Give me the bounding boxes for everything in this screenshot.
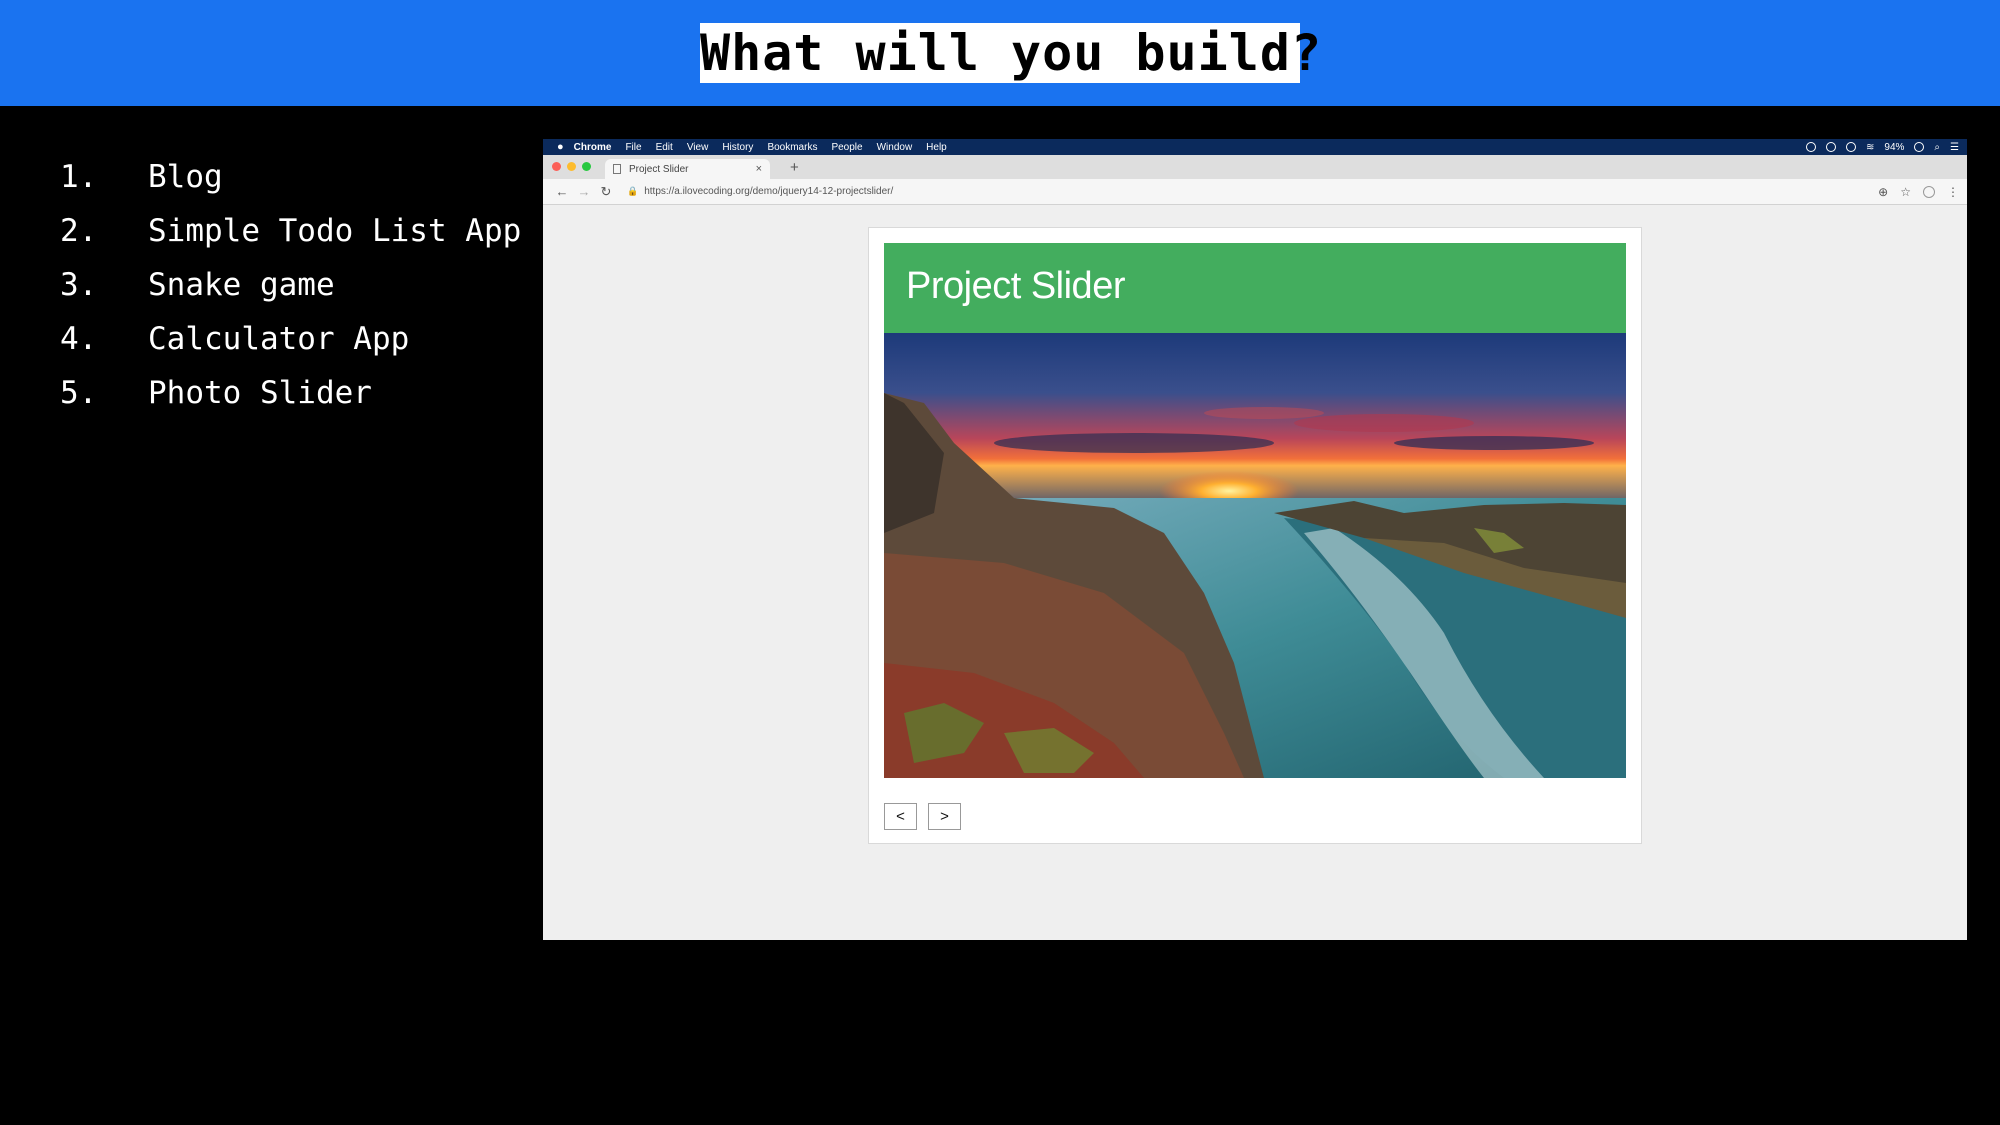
apple-icon[interactable]: ● xyxy=(557,141,564,153)
menu-edit[interactable]: Edit xyxy=(656,142,673,153)
window-controls xyxy=(552,162,591,171)
zoom-window-button[interactable] xyxy=(582,162,591,171)
list-label: Simple Todo List App xyxy=(148,213,522,249)
browser-window: ● Chrome File Edit View History Bookmark… xyxy=(543,139,1967,940)
new-tab-button[interactable]: + xyxy=(790,159,799,176)
list-item: 4. Calculator App xyxy=(60,312,521,366)
menu-app-chrome[interactable]: Chrome xyxy=(574,142,612,153)
address-bar[interactable]: 🔒 https://a.ilovecoding.org/demo/jquery1… xyxy=(627,186,893,197)
slider-header: Project Slider xyxy=(884,243,1626,333)
menu-history[interactable]: History xyxy=(722,142,753,153)
spotlight-search-icon[interactable]: ⌕ xyxy=(1934,142,1940,153)
tab-title: Project Slider xyxy=(629,163,689,175)
slider-title: Project Slider xyxy=(906,265,1125,307)
more-menu-icon[interactable]: ⋮ xyxy=(1947,185,1959,199)
tab-strip: Project Slider × + xyxy=(543,155,1967,179)
toolbar-actions: ⊕ ☆ ⋮ xyxy=(1878,185,1959,199)
forward-button[interactable]: → xyxy=(573,184,595,199)
next-slide-button[interactable]: > xyxy=(928,803,961,830)
menu-view[interactable]: View xyxy=(687,142,709,153)
list-label: Calculator App xyxy=(148,321,410,357)
clock-icon[interactable] xyxy=(1914,142,1925,152)
minimize-window-button[interactable] xyxy=(567,162,576,171)
reload-button[interactable]: ↻ xyxy=(595,184,617,200)
seascape-sunset-image xyxy=(884,333,1626,778)
menu-bookmarks[interactable]: Bookmarks xyxy=(767,142,817,153)
url-text[interactable]: https://a.ilovecoding.org/demo/jquery14-… xyxy=(644,186,893,197)
list-item: 1. Blog xyxy=(60,150,521,204)
cloud-icon[interactable] xyxy=(1826,142,1837,152)
glasses-icon[interactable] xyxy=(1846,142,1857,152)
slider-card: Project Slider < > xyxy=(868,227,1642,844)
project-list: 1. Blog 2. Simple Todo List App 3. Snake ga… xyxy=(60,150,521,420)
list-item: 3. Snake game xyxy=(60,258,521,312)
title-banner: What will you build? xyxy=(0,0,2000,106)
list-number: 4. xyxy=(60,321,98,357)
mac-menubar: ● Chrome File Edit View History Bookmark… xyxy=(543,139,1967,155)
profile-icon[interactable] xyxy=(1923,185,1935,198)
time-machine-icon[interactable] xyxy=(1806,142,1817,152)
notification-center-icon[interactable]: ☰ xyxy=(1950,142,1959,153)
toolbar: ← → ↻ 🔒 https://a.ilovecoding.org/demo/j… xyxy=(543,179,1967,205)
menu-help[interactable]: Help xyxy=(926,142,947,153)
lock-icon[interactable]: 🔒 xyxy=(627,186,638,197)
menubar-status: ≋ 94% ⌕ ☰ xyxy=(1806,142,1959,153)
slide-title: What will you build? xyxy=(700,23,1323,83)
menu-file[interactable]: File xyxy=(625,142,641,153)
wifi-icon[interactable]: ≋ xyxy=(1866,142,1874,153)
close-window-button[interactable] xyxy=(552,162,561,171)
slide-photo xyxy=(884,333,1626,778)
list-label: Photo Slider xyxy=(148,375,372,411)
tab-project-slider[interactable]: Project Slider × xyxy=(605,159,770,179)
page-icon xyxy=(613,164,621,174)
previous-slide-button[interactable]: < xyxy=(884,803,917,830)
zoom-icon[interactable]: ⊕ xyxy=(1878,185,1888,199)
battery-percent[interactable]: 94% xyxy=(1884,142,1904,153)
back-button[interactable]: ← xyxy=(551,184,573,199)
list-item: 2. Simple Todo List App xyxy=(60,204,521,258)
list-number: 1. xyxy=(60,159,98,195)
list-number: 2. xyxy=(60,213,98,249)
list-label: Blog xyxy=(148,159,223,195)
list-number: 5. xyxy=(60,375,98,411)
menu-window[interactable]: Window xyxy=(877,142,913,153)
bookmark-star-icon[interactable]: ☆ xyxy=(1900,185,1911,199)
menu-people[interactable]: People xyxy=(831,142,862,153)
list-item: 5. Photo Slider xyxy=(60,366,521,420)
list-number: 3. xyxy=(60,267,98,303)
list-label: Snake game xyxy=(148,267,335,303)
close-tab-icon[interactable]: × xyxy=(756,163,762,175)
